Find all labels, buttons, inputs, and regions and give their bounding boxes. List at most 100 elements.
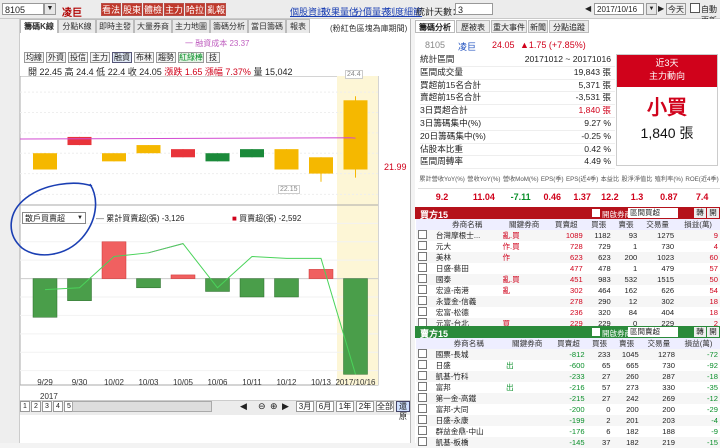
row-checkbox[interactable]: [416, 360, 434, 371]
link-effect[interactable]: 效果量估: [322, 5, 358, 18]
scroll-right-icon[interactable]: ▶: [282, 401, 289, 412]
buy15-open-button[interactable]: 開: [707, 208, 719, 218]
table-row[interactable]: 群益金鼎-中山 -176 6 182 188 -9: [416, 426, 720, 437]
tab-chip-kline[interactable]: 籌碼K線: [20, 19, 58, 33]
tab-report[interactable]: 報表: [286, 19, 310, 33]
ma-button[interactable]: 均線: [24, 52, 44, 63]
bollinger-button[interactable]: 布林: [134, 52, 154, 63]
row-checkbox[interactable]: [416, 415, 434, 426]
row-checkbox[interactable]: [416, 274, 434, 285]
range-1y-button[interactable]: 1年: [336, 401, 354, 412]
table-row[interactable]: 國票-長城 -812 233 1045 1278 -72: [416, 349, 720, 360]
row-checkbox[interactable]: [416, 393, 434, 404]
table-row[interactable]: 元大 作.買 728 729 1 730 4: [416, 241, 720, 252]
tab-history[interactable]: 歷被表: [456, 20, 490, 33]
report-button[interactable]: 亂報: [206, 3, 226, 16]
table-row[interactable]: 宏遠-南港 亂 302 464 162 626 54: [416, 285, 720, 296]
table-row[interactable]: 宏富-松德 236 320 84 404 18: [416, 307, 720, 318]
sell15-open-button[interactable]: 開: [707, 327, 719, 337]
table-row[interactable]: 日盛-藝田 477 478 1 479 57: [416, 263, 720, 274]
table-row[interactable]: 富邦-大同 -200 0 200 200 -29: [416, 404, 720, 415]
row-checkbox[interactable]: [416, 404, 434, 415]
today-button[interactable]: 今天: [666, 3, 686, 15]
sell15-select[interactable]: 區間賣超: [628, 327, 678, 337]
row-checkbox[interactable]: [416, 426, 434, 437]
range-3m-button[interactable]: 3月: [296, 401, 314, 412]
prev-date-icon[interactable]: ◀: [585, 4, 591, 13]
row-checkbox[interactable]: [416, 382, 434, 393]
table-cell: 27: [602, 372, 611, 381]
chat-button[interactable]: 哈拉: [185, 3, 205, 16]
page-2-button[interactable]: 2: [31, 401, 41, 412]
table-row[interactable]: 美林 作 623 623 200 1023 60: [416, 252, 720, 263]
horizontal-scrollbar[interactable]: [72, 401, 212, 412]
stat-days-select[interactable]: 3: [455, 3, 493, 15]
low-flag: 22.15: [278, 185, 300, 194]
main-force-button[interactable]: 主力: [164, 3, 184, 16]
zoom-in-icon[interactable]: ⊕: [270, 401, 278, 412]
link-stock-info[interactable]: 個股資訊: [290, 5, 326, 18]
row-checkbox[interactable]: [416, 241, 434, 252]
tab-chip-analysis[interactable]: 籌碼分析: [210, 19, 248, 33]
sell15-checkbox[interactable]: [592, 328, 600, 336]
table-row[interactable]: 永豐金-信義 278 290 12 302 18: [416, 296, 720, 307]
foreign-button[interactable]: 外資: [46, 52, 66, 63]
tab-main-map[interactable]: 主力地圖: [172, 19, 210, 33]
row-checkbox[interactable]: [416, 252, 434, 263]
next-date-icon[interactable]: ▶: [658, 4, 664, 13]
tab-daily-chip[interactable]: 當日籌碼: [248, 19, 286, 33]
table-row[interactable]: 凱基-竹科 -233 27 260 287 -18: [416, 371, 720, 382]
tab-realtime[interactable]: 即時主發: [96, 19, 134, 33]
row-checkbox[interactable]: [416, 263, 434, 274]
page-4-button[interactable]: 4: [53, 401, 63, 412]
shareholder-button[interactable]: 股東: [122, 3, 142, 16]
range-2y-button[interactable]: 2年: [356, 401, 374, 412]
row-checkbox[interactable]: [416, 349, 434, 360]
row-checkbox[interactable]: [416, 285, 434, 296]
range-all-button[interactable]: 全部: [376, 401, 394, 412]
buy15-checkbox[interactable]: [592, 209, 600, 217]
margin-button[interactable]: 融資: [112, 52, 132, 63]
tech-button[interactable]: 技: [206, 52, 220, 63]
link-price-table[interactable]: 分價量表: [354, 5, 390, 18]
adjust-button[interactable]: 還原: [396, 401, 410, 421]
row-checkbox[interactable]: [416, 307, 434, 318]
table-cell: 532: [624, 275, 638, 284]
row-checkbox[interactable]: [416, 230, 434, 241]
checkup-button[interactable]: 體檢: [143, 3, 163, 16]
mini-header-cell: 累計營收YoY(%): [418, 168, 467, 189]
tab-chip-analysis-right[interactable]: 籌碼分析: [415, 20, 455, 33]
tab-branch-track[interactable]: 分點追蹤: [549, 20, 589, 33]
trend-button[interactable]: 趨勢: [156, 52, 176, 63]
stock-code-input[interactable]: 8105: [2, 3, 44, 15]
page-3-button[interactable]: 3: [42, 401, 52, 412]
sell15-turn-button[interactable]: 轉: [694, 327, 706, 337]
table-row[interactable]: 台灣摩根士... 亂.買 1089 1182 93 1275 9: [416, 230, 720, 241]
tab-large-broker[interactable]: 大量券商: [134, 19, 172, 33]
table-row[interactable]: 第一金-高鐵 -215 27 242 269 -12: [416, 393, 720, 404]
date-input[interactable]: 2017/10/16: [594, 3, 644, 15]
scroll-left-icon[interactable]: ◀: [240, 401, 247, 412]
row-checkbox[interactable]: [416, 296, 434, 307]
tab-branch-kline[interactable]: 分點K線: [58, 19, 96, 33]
row-checkbox[interactable]: [416, 371, 434, 382]
table-row[interactable]: 日盛-永康 -199 2 201 203 -4: [416, 415, 720, 426]
tab-news[interactable]: 新聞: [528, 20, 548, 33]
tab-events[interactable]: 重大事件: [491, 20, 527, 33]
zoom-out-icon[interactable]: ⊖: [258, 401, 266, 412]
table-row[interactable]: 國泰 亂.買 451 983 532 1515 50: [416, 274, 720, 285]
range-6m-button[interactable]: 6月: [316, 401, 334, 412]
view-button[interactable]: 看法: [101, 3, 121, 16]
page-1-button[interactable]: 1: [20, 401, 30, 412]
auto-refresh-checkbox[interactable]: [690, 3, 700, 13]
main-button[interactable]: 主力: [90, 52, 110, 63]
trust-button[interactable]: 投信: [68, 52, 88, 63]
table-row[interactable]: 富邦 出 -216 57 273 330 -35: [416, 382, 720, 393]
buy15-select[interactable]: 區間買超: [628, 208, 678, 218]
buy15-turn-button[interactable]: 轉: [694, 208, 706, 218]
red-green-bar-button[interactable]: 紅綠棒: [178, 52, 204, 63]
calendar-dropdown-icon[interactable]: ▼: [646, 3, 657, 15]
table-cell: 623: [598, 253, 611, 262]
chevron-down-icon[interactable]: ▼: [44, 3, 56, 15]
table-row[interactable]: 日盛 出 -600 65 665 730 -92: [416, 360, 720, 371]
